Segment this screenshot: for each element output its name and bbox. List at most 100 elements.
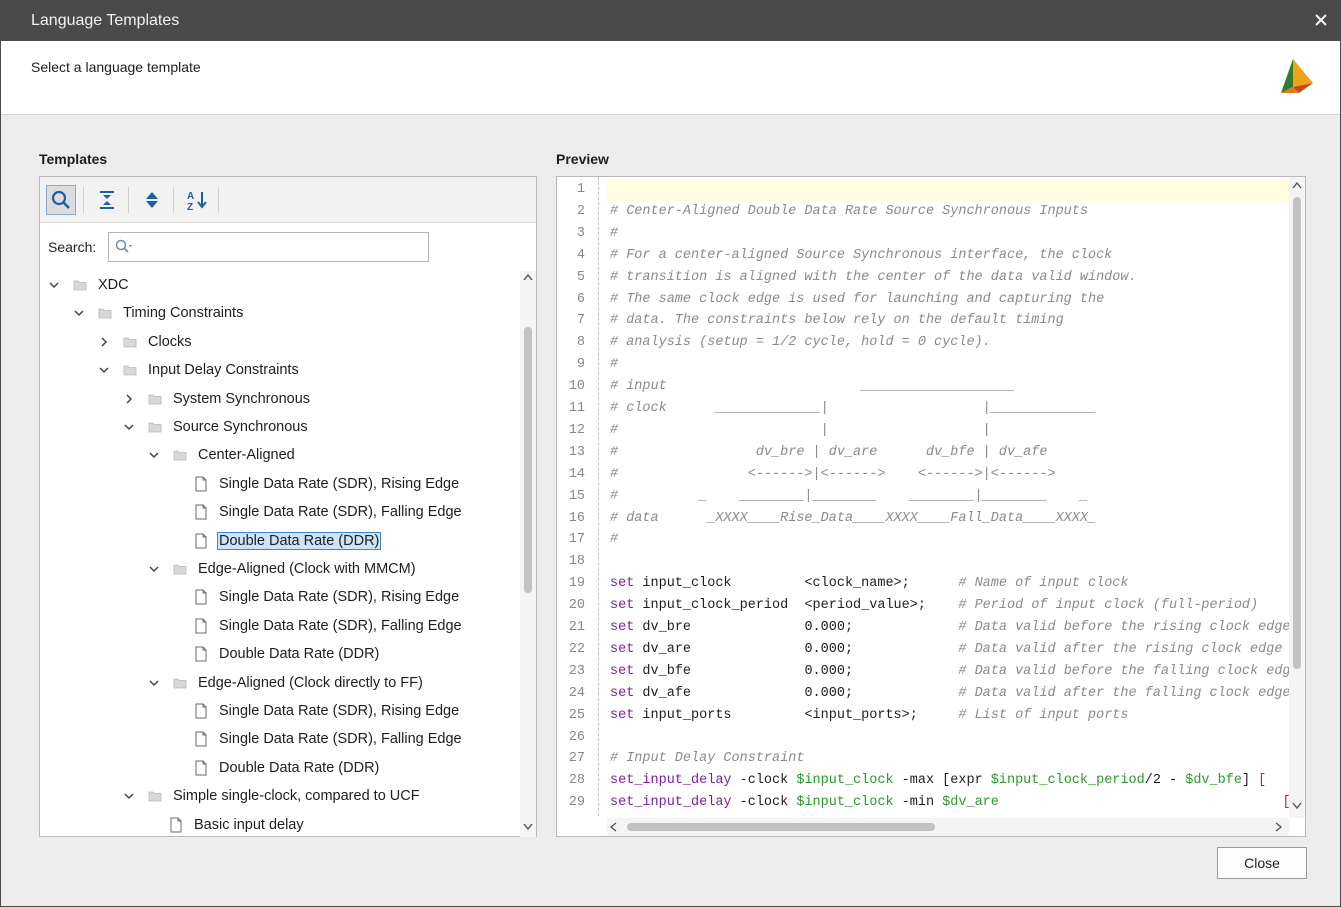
window-title: Language Templates — [31, 12, 180, 29]
chevron-right-icon[interactable] — [122, 392, 136, 406]
close-button[interactable]: Close — [1217, 847, 1307, 879]
tree-node[interactable]: Single Data Rate (SDR), Falling Edge — [193, 725, 464, 753]
tree-node[interactable]: Source Synchronous — [122, 413, 310, 441]
scroll-down-icon[interactable] — [523, 823, 533, 834]
tree-node-label: Double Data Rate (DDR) — [217, 531, 382, 550]
code-token: -clock — [731, 795, 797, 811]
code-token: set — [610, 663, 635, 679]
code-token: $dv_bfe — [1185, 773, 1242, 789]
chevron-down-icon[interactable] — [147, 562, 161, 576]
chevron-down-icon[interactable] — [122, 420, 136, 434]
preview-panel: 1 2 # Center-Aligned Double Data Rate Sour… — [556, 176, 1306, 837]
line-number: 8 — [576, 335, 585, 351]
tree-node-label: Timing Constraints — [123, 305, 244, 322]
code-token: set — [610, 641, 635, 657]
file-icon — [193, 618, 209, 634]
search-box[interactable] — [108, 232, 429, 262]
code-token: input_ports <input_ports>; — [634, 707, 959, 723]
tree-scrollbar[interactable] — [520, 271, 536, 837]
tree-node[interactable]: Double Data Rate (DDR) — [193, 640, 381, 668]
expand-all-icon[interactable] — [137, 185, 167, 215]
file-icon — [193, 760, 209, 776]
code-token: # _ ________|________ ________|________ … — [610, 488, 1088, 504]
search-dropdown-icon[interactable] — [115, 239, 135, 258]
tree-node[interactable]: Center-Aligned — [147, 441, 297, 469]
chevron-down-icon[interactable] — [147, 676, 161, 690]
templates-label: Templates — [39, 151, 108, 167]
folder-icon — [172, 447, 188, 463]
tree-node[interactable]: Single Data Rate (SDR), Rising Edge — [193, 470, 461, 498]
code-line: 18 — [557, 551, 1289, 573]
close-window-icon[interactable] — [1310, 9, 1332, 31]
tree-node[interactable]: Double Data Rate (DDR) — [193, 754, 381, 782]
code-token: -max [expr — [893, 773, 991, 789]
sort-az-icon[interactable]: A Z — [182, 185, 212, 215]
chevron-down-icon[interactable] — [72, 306, 86, 320]
scroll-right-icon[interactable] — [1275, 822, 1283, 835]
tree-node[interactable]: XDC — [47, 271, 131, 299]
code-line: 24 set dv_afe 0.000; # Data valid after t… — [557, 683, 1289, 705]
folder-icon — [72, 277, 88, 293]
tree-node[interactable]: Edge-Aligned (Clock with MMCM) — [147, 555, 418, 583]
tree-node[interactable]: Simple single-clock, compared to UCF — [122, 782, 422, 810]
code-token: # — [610, 225, 619, 241]
tree-node[interactable]: Basic input delay — [168, 811, 306, 837]
search-input[interactable] — [135, 237, 420, 257]
search-icon[interactable] — [46, 185, 76, 215]
code-line: 25 set input_ports <input_ports>; # List … — [557, 705, 1289, 727]
dialog-subtitle: Select a language template — [31, 59, 201, 75]
code-token: set — [610, 620, 635, 635]
code-editor[interactable]: 1 2 # Center-Aligned Double Data Rate Sour… — [557, 177, 1289, 818]
tree-node[interactable]: Double Data Rate (DDR) — [193, 527, 382, 555]
code-line: 8 # analysis (setup = 1/2 cycle, hold = 0… — [557, 332, 1289, 354]
tree-node[interactable]: System Synchronous — [122, 385, 312, 413]
chevron-right-icon[interactable] — [97, 335, 111, 349]
tree-node[interactable]: Input Delay Constraints — [97, 356, 301, 384]
tree-scrollbar-thumb[interactable] — [524, 327, 532, 593]
code-token: # <------>|<------> <------>|<------> — [610, 466, 1056, 482]
scroll-up-icon[interactable] — [1292, 181, 1302, 192]
code-token: $dv_are — [942, 795, 999, 811]
line-number: 19 — [568, 576, 585, 592]
preview-vertical-thumb[interactable] — [1293, 197, 1301, 669]
scroll-up-icon[interactable] — [523, 273, 533, 284]
tree-node[interactable]: Timing Constraints — [72, 299, 245, 327]
tree-node[interactable]: Clocks — [97, 328, 194, 356]
collapse-all-icon[interactable] — [92, 185, 122, 215]
tree-node[interactable]: Single Data Rate (SDR), Rising Edge — [193, 583, 461, 611]
preview-horizontal-thumb[interactable] — [627, 823, 935, 831]
code-token: # Data valid after the falling clock edg… — [958, 685, 1289, 701]
file-icon — [168, 817, 184, 833]
code-token: # — [610, 357, 619, 373]
code-text: set dv_bfe 0.000; # Data valid before th… — [610, 661, 1289, 683]
tree-node[interactable]: Single Data Rate (SDR), Falling Edge — [193, 498, 464, 526]
preview-vertical-scrollbar[interactable] — [1289, 177, 1305, 818]
chevron-down-icon[interactable] — [122, 789, 136, 803]
scroll-down-icon[interactable] — [1292, 802, 1302, 813]
code-line: 29 set_input_delay -clock $input_clock -m… — [557, 792, 1289, 814]
dialog-header: Select a language template — [1, 41, 1340, 115]
chevron-down-icon[interactable] — [147, 448, 161, 462]
code-token: # Data valid before the rising clock edg… — [958, 620, 1289, 635]
code-token: -clock — [731, 773, 797, 789]
close-button-label: Close — [1244, 855, 1280, 871]
code-text: # The same clock edge is used for launch… — [610, 289, 1104, 311]
preview-horizontal-scrollbar[interactable] — [607, 818, 1289, 836]
tree-node[interactable]: Single Data Rate (SDR), Falling Edge — [193, 612, 464, 640]
file-icon — [193, 504, 209, 520]
line-number: 1 — [576, 182, 585, 197]
code-token: # clock _____________| |_____________ — [610, 401, 1097, 416]
line-number: 4 — [576, 247, 585, 263]
chevron-down-icon[interactable] — [47, 278, 61, 292]
code-line: 17 # — [557, 529, 1289, 551]
code-line: 16 # data _XXXX____Rise_Data____XXXX____F… — [557, 508, 1289, 530]
title-bar: Language Templates — [1, 1, 1340, 41]
chevron-down-icon[interactable] — [97, 363, 111, 377]
code-line: 1 — [557, 179, 1289, 201]
tree-node[interactable]: Single Data Rate (SDR), Rising Edge — [193, 697, 461, 725]
code-line: 4 # For a center-aligned Source Synchrono… — [557, 245, 1289, 267]
scroll-left-icon[interactable] — [609, 822, 617, 835]
tree-node[interactable]: Edge-Aligned (Clock directly to FF) — [147, 669, 425, 697]
folder-icon — [172, 675, 188, 691]
code-text: set input_ports <input_ports>; # List of… — [610, 705, 1129, 727]
